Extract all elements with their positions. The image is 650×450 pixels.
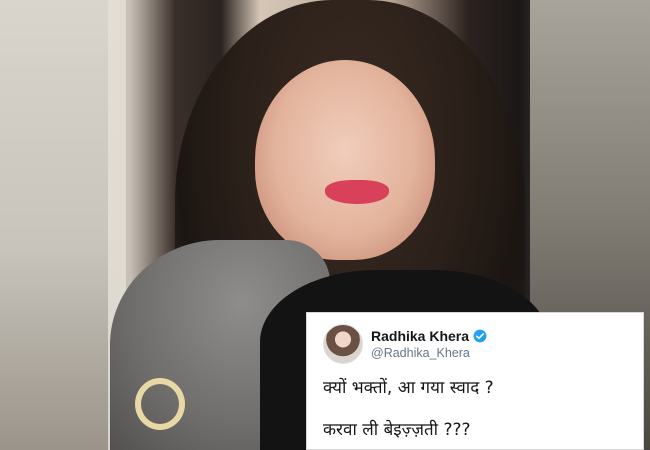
tweet-line-2: करवा ली बेइज़्ज़ती ??? bbox=[323, 420, 471, 440]
tweet-header: Radhika Khera @Radhika_Khera bbox=[323, 321, 631, 367]
photo-face bbox=[255, 60, 435, 260]
photo-bangle bbox=[135, 378, 185, 430]
photo-lips bbox=[325, 180, 389, 204]
avatar[interactable] bbox=[323, 324, 363, 364]
tweet-text: क्यों भक्तों, आ गया स्वाद ? करवा ली बेइज… bbox=[323, 377, 631, 441]
user-info: Radhika Khera @Radhika_Khera bbox=[371, 328, 487, 360]
name-row: Radhika Khera bbox=[371, 328, 487, 344]
user-handle[interactable]: @Radhika_Khera bbox=[371, 346, 487, 360]
image-canvas: Radhika Khera @Radhika_Khera क्यों भक्तो… bbox=[0, 0, 650, 450]
photo-wall-left bbox=[0, 0, 120, 450]
tweet-line-1: क्यों भक्तों, आ गया स्वाद ? bbox=[323, 378, 494, 398]
display-name[interactable]: Radhika Khera bbox=[371, 328, 469, 344]
tweet-card[interactable]: Radhika Khera @Radhika_Khera क्यों भक्तो… bbox=[306, 312, 644, 450]
verified-badge-icon bbox=[473, 329, 487, 343]
